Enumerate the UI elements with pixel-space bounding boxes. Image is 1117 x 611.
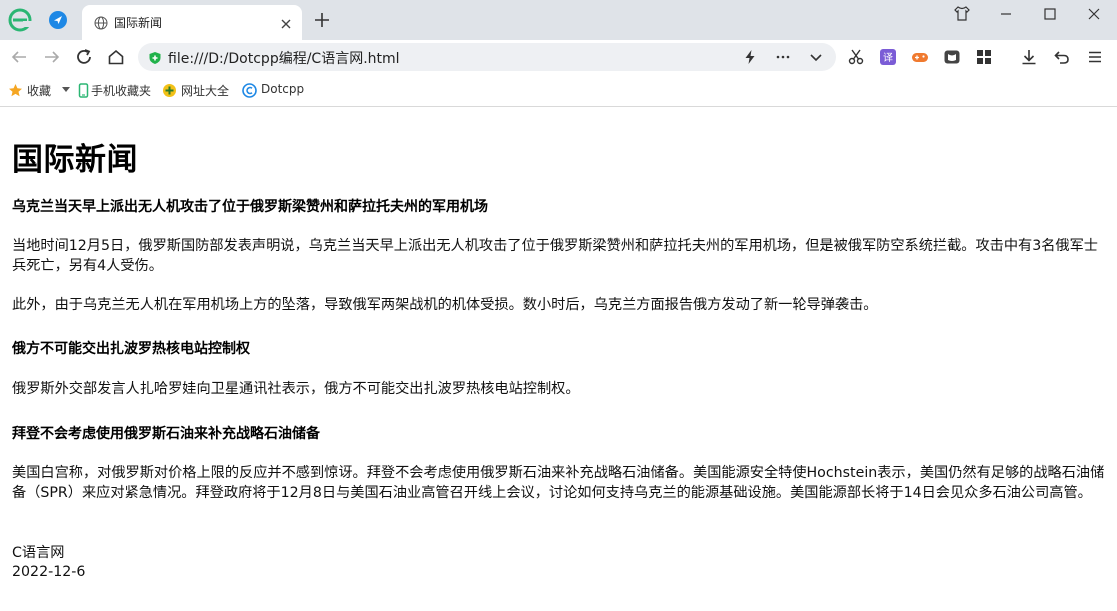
section-heading: 拜登不会考虑使用俄罗斯石油来补充战略石油储备 [12,426,320,442]
undo-icon[interactable] [1053,48,1071,66]
new-tab-plus-icon[interactable] [314,12,330,28]
home-icon[interactable] [107,48,125,66]
maximize-icon[interactable] [1040,4,1060,24]
star-icon [9,84,22,97]
reader-mode-icon[interactable] [943,48,961,66]
bookmark-favorites[interactable]: 收藏 [8,82,72,99]
phone-icon [78,83,89,98]
paragraph: 此外，由于乌克兰无人机在军用机场上方的坠落，导致俄军两架战机的机体受损。数小时后… [12,297,878,313]
more-dots-icon[interactable] [775,49,791,65]
download-icon[interactable] [1020,48,1038,66]
paragraph: 俄罗斯外交部发言人扎哈罗娃向卫星通讯社表示，俄方不可能交出扎波罗热核电站控制权。 [12,381,580,397]
tab-title: 国际新闻 [114,16,163,30]
web-directory-icon [163,84,176,97]
browser-titlebar: 国际新闻 [0,0,1117,40]
browser-toolbar: file:///D:/Dotcpp编程/C语言网.html 译 [0,40,1117,74]
skin-shirt-icon[interactable] [952,4,972,24]
page-content: 国际新闻 乌克兰当天早上派出无人机攻击了位于俄罗斯梁赞州和萨拉托夫州的军用机场 … [0,108,1117,611]
footer-site-name: C语言网 [12,545,65,561]
bookmark-web-directory[interactable]: 网址大全 [162,82,234,99]
section-heading: 乌克兰当天早上派出无人机攻击了位于俄罗斯梁赞州和萨拉托夫州的军用机场 [12,199,488,215]
dotcpp-icon [242,83,257,98]
tab-active[interactable]: 国际新闻 [82,5,302,40]
svg-text:译: 译 [883,52,893,64]
globe-icon [94,15,108,30]
paragraph: 当地时间12月5日，俄罗斯国防部发表声明说，乌克兰当天早上派出无人机攻击了位于俄… [12,238,1098,274]
scissors-icon[interactable] [847,48,865,66]
bookmark-label: 手机收藏夹 [91,84,152,98]
page-heading: 国际新闻 [12,142,138,178]
navigation-app-icon[interactable] [48,10,68,30]
address-bar[interactable]: file:///D:/Dotcpp编程/C语言网.html [138,43,836,71]
minimize-icon[interactable] [996,4,1016,24]
window-close-icon[interactable] [1084,4,1104,24]
paragraph: 美国白宫称，对俄罗斯对价格上限的反应并不感到惊讶。拜登不会考虑使用俄罗斯石油来补… [12,465,1105,501]
address-url-text: file:///D:/Dotcpp编程/C语言网.html [168,51,400,67]
caret-down-icon[interactable] [62,87,70,93]
chevron-down-icon[interactable] [808,49,824,65]
lightning-icon[interactable] [742,49,758,65]
tab-close-icon[interactable] [280,15,292,29]
menu-hamburger-icon[interactable] [1086,48,1104,66]
section-heading: 俄方不可能交出扎波罗热核电站控制权 [12,341,250,357]
bookmark-label: Dotcpp [261,82,305,96]
bookmark-label: 收藏 [27,84,52,98]
back-arrow-icon[interactable] [10,48,28,66]
browser-logo-icon[interactable] [8,8,32,32]
bookmark-label: 网址大全 [181,84,230,98]
secure-shield-icon [148,50,162,64]
apps-grid-icon[interactable] [975,48,993,66]
game-controller-icon[interactable] [911,48,929,66]
reload-icon[interactable] [75,48,93,66]
bookmark-mobile-favorites[interactable]: 手机收藏夹 [76,82,156,99]
bookmarks-bar: 收藏 手机收藏夹 网址大全 Dotcpp [0,74,1117,107]
footer-date: 2022-12-6 [12,564,86,580]
bookmark-dotcpp[interactable]: Dotcpp [242,82,304,99]
forward-arrow-icon[interactable] [43,48,61,66]
translate-icon[interactable]: 译 [879,48,897,66]
